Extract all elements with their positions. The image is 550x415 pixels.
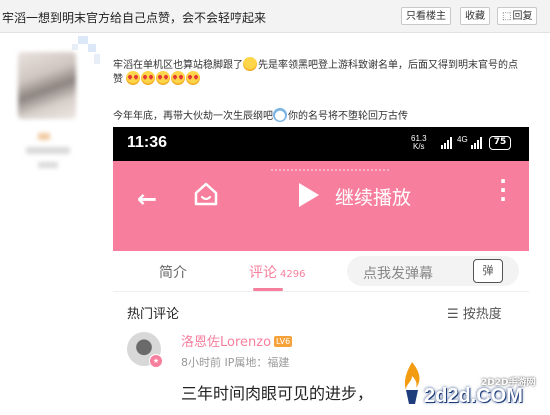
sort-label: 按热度	[462, 307, 502, 322]
tab-intro-label: 简介	[159, 265, 187, 281]
signal-icon	[441, 137, 453, 149]
play-icon[interactable]	[299, 183, 319, 207]
comment-meta: 8小时前 IP属地：福建	[181, 356, 290, 369]
tab-comments-label: 评论	[249, 265, 277, 281]
decorative-pixel	[94, 54, 100, 64]
video-tabs: 简介 评论 4296 点我发弹幕 弹	[113, 251, 529, 292]
post-text: 先是率领黑吧登上游科致谢名单，后面又得到明末官号的点	[258, 60, 518, 71]
reply-icon: ⬚	[502, 11, 512, 22]
signal-icon	[471, 137, 483, 149]
comment-text: 三年时间肉眼可见的进步，	[181, 384, 374, 403]
heart-eyes-emoji-icon	[156, 71, 171, 85]
hot-comments-title: 热门评论	[127, 307, 180, 322]
more-vertical-icon[interactable]: · · ·	[499, 171, 507, 209]
progress-handle[interactable]	[271, 169, 391, 171]
post-line-1: 牢滔在单机区也算站稳脚跟了 先是率领黑吧登上游科致谢名单，后面又得到明末官号的点	[113, 56, 518, 71]
decorative-pixel	[88, 44, 96, 52]
sort-by-hot[interactable]: ☰ 按热度	[447, 303, 502, 322]
post-text: 你的名号将不堕轮回万古传	[288, 111, 408, 122]
post-text: 今年年底，再带大伙劫一次生辰纲吧	[113, 111, 273, 122]
continue-play-label[interactable]: 继续播放	[335, 183, 411, 210]
tab-intro[interactable]: 简介	[159, 262, 187, 282]
tab-comments[interactable]: 评论 4296	[249, 262, 305, 282]
grin-emoji-icon	[243, 57, 257, 71]
heart-eyes-emoji-icon	[141, 71, 156, 85]
back-arrow-icon[interactable]: ←	[137, 185, 157, 213]
heart-eyes-emoji-icon	[171, 71, 186, 85]
commenter-name[interactable]: 洛恩佐Lorenzo LV6	[181, 331, 293, 350]
active-tab-indicator	[253, 288, 283, 291]
author-name-blurred	[26, 147, 70, 154]
reply-label: 回复	[512, 11, 533, 22]
reply-button[interactable]: ⬚回复	[497, 7, 537, 25]
speed-unit: K/s	[413, 142, 425, 151]
danmaku-input[interactable]: 点我发弹幕 弹	[347, 256, 519, 286]
thread-header: 牢滔一想到明末官方给自己点赞，会不会轻哼起来 只看楼主 收藏 ⬚回复	[0, 0, 550, 33]
sort-icon: ☰	[447, 307, 463, 322]
video-player-bar[interactable]: ← 继续播放 · · ·	[113, 161, 529, 251]
comment-count: 4296	[280, 269, 306, 280]
watermark-domain: 2d2d.COM	[424, 385, 523, 407]
danmaku-toggle-icon[interactable]: 弹	[473, 259, 503, 283]
heart-eyes-emoji-icon	[186, 71, 201, 85]
only-op-button[interactable]: 只看楼主	[401, 7, 451, 25]
flame-logo-icon	[404, 362, 420, 404]
battery-icon: 75	[489, 136, 511, 150]
decorative-pixel	[78, 36, 88, 44]
thread-title: 牢滔一想到明末官方给自己点赞，会不会轻哼起来	[2, 11, 267, 25]
network-type: 4G	[457, 135, 468, 144]
phone-status-bar: 11:36 61.3 K/s 4G 75	[113, 127, 529, 161]
network-speed: 61.3 K/s	[411, 135, 427, 151]
decorative-pixel	[72, 44, 78, 50]
favorite-button[interactable]: 收藏	[460, 7, 490, 25]
status-time: 11:36	[127, 134, 168, 151]
commenter-username: 洛恩佐Lorenzo	[181, 335, 272, 350]
author-avatar[interactable]	[18, 52, 76, 119]
home-icon[interactable]	[193, 181, 219, 207]
commenter-avatar[interactable]: ★	[127, 332, 163, 368]
author-level-blurred	[38, 162, 58, 168]
halo-emoji-icon	[273, 108, 287, 122]
post-line-3: 今年年底，再带大伙劫一次生辰纲吧 你的名号将不堕轮回万古传	[113, 107, 408, 122]
post-line-2: 赞	[113, 70, 201, 85]
danmaku-placeholder: 点我发弹幕	[363, 266, 433, 282]
post-text: 赞	[113, 74, 123, 85]
embedded-screenshot: 11:36 61.3 K/s 4G 75 ← 继续播放 · · · 简介 评论 4296…	[113, 127, 529, 415]
vip-badge-icon: ★	[149, 354, 163, 368]
heart-eyes-emoji-icon	[126, 71, 141, 85]
author-badge	[38, 133, 50, 140]
level-badge: LV6	[274, 336, 293, 347]
